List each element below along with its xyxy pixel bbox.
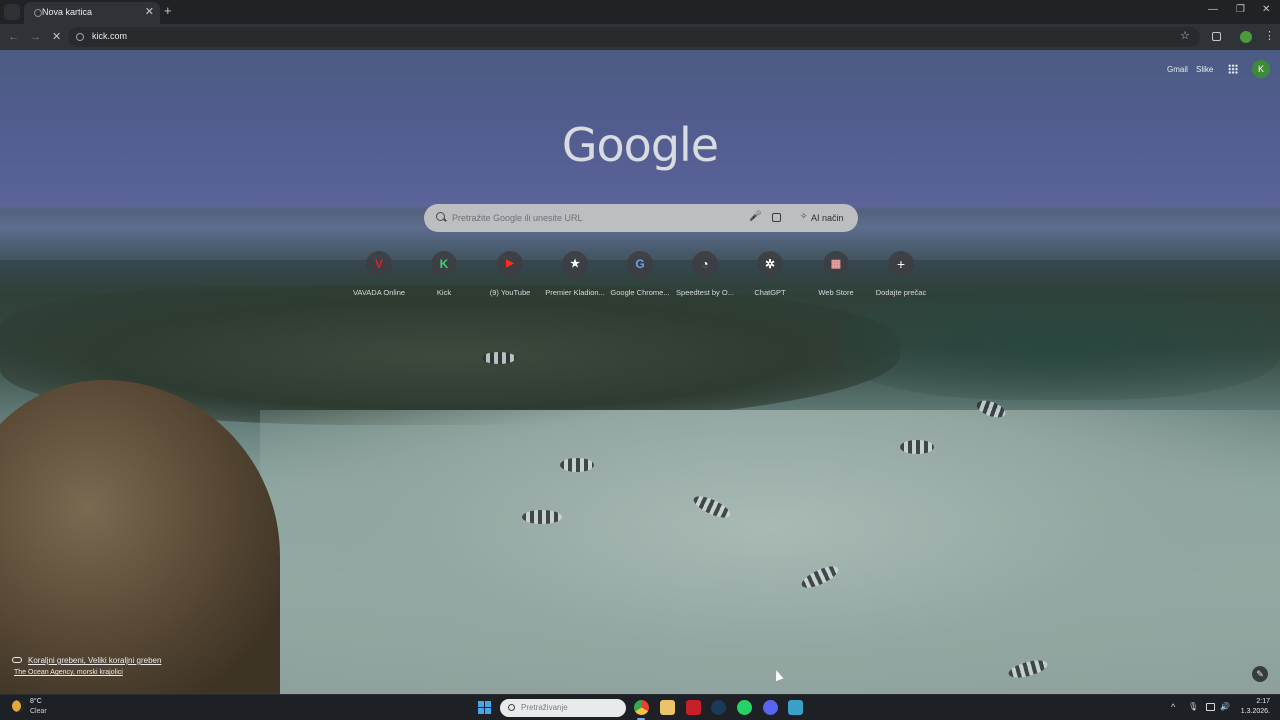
background-fish — [560, 458, 594, 472]
stop-loading-button[interactable]: ✕ — [52, 30, 61, 44]
discord-icon[interactable] — [763, 700, 778, 715]
google-logo: Google — [561, 118, 719, 172]
shortcut-label: ChatGPT — [754, 288, 786, 297]
shortcut-add[interactable]: + Dodajte prečac — [868, 250, 934, 302]
ai-mode-icon[interactable]: ✧ — [800, 211, 808, 222]
chrome-icon[interactable] — [634, 700, 649, 715]
tab-strip: Nova kartica ✕ + — ❐ ✕ — [0, 0, 1280, 24]
microphone-icon[interactable]: 🎙 — [1188, 701, 1198, 713]
chatgpt-icon: ✲ — [757, 251, 783, 277]
web-store-icon: ▦ — [823, 251, 849, 277]
tab-nova-kartica[interactable]: Nova kartica ✕ — [24, 2, 160, 24]
taskbar-search[interactable]: Pretraživanje — [500, 699, 626, 717]
whatsapp-icon[interactable] — [737, 700, 752, 715]
windows-logo-icon — [485, 701, 491, 707]
shortcut-google-chrome[interactable]: G Google Chrome... — [607, 250, 673, 302]
back-button[interactable]: ← — [8, 30, 19, 44]
weather-temperature[interactable]: 8°C — [30, 698, 42, 705]
tray-overflow-chevron-icon[interactable]: ^ — [1171, 701, 1175, 713]
windows-logo-icon — [478, 708, 484, 714]
speedtest-icon: ◔ — [692, 251, 718, 277]
shortcut-label: Kick — [436, 288, 452, 297]
voice-search-icon[interactable]: 🎤 — [749, 211, 761, 223]
background-fish — [482, 352, 516, 364]
images-link[interactable]: Slike — [1196, 65, 1213, 74]
add-shortcut-icon: + — [888, 251, 914, 277]
search-icon — [436, 212, 445, 221]
windows-logo-icon — [478, 701, 484, 707]
shortcut-label: Google Chrome... — [610, 288, 670, 297]
bookmark-star-icon[interactable]: ☆ — [1180, 30, 1190, 42]
search-placeholder[interactable]: Pretražite Google ili unesite URL — [452, 213, 583, 223]
site-info-icon[interactable] — [76, 33, 84, 41]
search-icon — [508, 704, 515, 711]
shortcut-label: Dodajte prečac — [875, 288, 927, 297]
customize-chrome-button[interactable]: ✎ — [1252, 666, 1268, 682]
background-sand — [260, 410, 1280, 694]
forward-button[interactable]: → — [30, 30, 41, 44]
steam-icon[interactable] — [711, 700, 726, 715]
google-icon: G — [627, 251, 653, 277]
restore-button[interactable]: ❐ — [1236, 4, 1245, 15]
shortcut-chatgpt[interactable]: ✲ ChatGPT — [737, 250, 803, 302]
weather-moon-icon[interactable] — [12, 700, 24, 712]
clock-time[interactable]: 2:17 — [1242, 698, 1270, 705]
google-lens-icon[interactable] — [772, 213, 781, 222]
shortcut-label: Premier Kladion... — [545, 288, 605, 297]
kick-icon: K — [431, 251, 457, 277]
windows-logo-icon — [485, 708, 491, 714]
chrome-menu-icon[interactable]: ⋮ — [1264, 29, 1275, 42]
shortcut-label: Speedtest by O... — [676, 288, 734, 297]
browser-toolbar: ← → ✕ kick.com ☆ ⋮ — [0, 24, 1280, 50]
profile-avatar-button[interactable] — [1240, 31, 1252, 43]
background-fish — [900, 440, 934, 454]
volume-icon[interactable]: 🔊 — [1220, 701, 1230, 713]
new-tab-button[interactable]: + — [164, 4, 172, 18]
attribution-author-link[interactable]: The Ocean Agency, morski krajolici — [14, 669, 123, 676]
gmail-link[interactable]: Gmail — [1167, 65, 1188, 74]
taskbar-search-placeholder[interactable]: Pretraživanje — [521, 703, 568, 712]
minimize-button[interactable]: — — [1208, 4, 1218, 15]
new-tab-favicon-icon — [34, 9, 42, 17]
shortcut-kick[interactable]: K Kick — [411, 250, 477, 302]
windows-taskbar: 8°C Clear Pretraživanje ^ 🎙 🔊 2:17 1.3.2… — [0, 694, 1280, 720]
vavada-icon: V — [366, 251, 392, 277]
shortcut-youtube[interactable]: ▶ (9) YouTube — [477, 250, 543, 302]
shortcut-vavada[interactable]: V VAVADA Online — [346, 250, 412, 302]
tab-close-icon[interactable]: ✕ — [145, 6, 154, 18]
start-button[interactable] — [478, 701, 491, 714]
flash-app-icon[interactable] — [686, 700, 701, 715]
extensions-icon[interactable] — [1212, 32, 1221, 41]
tab-search-button[interactable] — [4, 4, 20, 20]
address-bar-url[interactable]: kick.com — [92, 31, 127, 41]
search-box[interactable]: Pretražite Google ili unesite URL 🎤 ✧ AI… — [424, 204, 858, 232]
clock-date[interactable]: 1.3.2026. — [1238, 708, 1270, 715]
notepad-icon[interactable] — [788, 700, 803, 715]
shortcut-speedtest[interactable]: ◔ Speedtest by O... — [672, 250, 738, 302]
background-reef-right — [840, 290, 1280, 400]
shortcut-premier-kladionica[interactable]: ★ Premier Kladion... — [542, 250, 608, 302]
shortcut-label: VAVADA Online — [352, 288, 406, 297]
shortcut-label: (9) YouTube — [489, 288, 531, 297]
google-apps-icon[interactable] — [1228, 64, 1238, 74]
tab-title: Nova kartica — [42, 7, 93, 17]
new-tab-page: Gmail Slike K Google Pretražite Google i… — [0, 50, 1280, 694]
account-avatar[interactable]: K — [1252, 60, 1270, 78]
address-bar[interactable]: kick.com — [68, 27, 1200, 47]
close-window-button[interactable]: ✕ — [1262, 4, 1270, 15]
background-fish — [522, 510, 562, 524]
shortcut-label: Web Store — [818, 288, 854, 297]
youtube-icon: ▶ — [497, 251, 523, 277]
file-explorer-icon[interactable] — [660, 700, 675, 715]
weather-condition[interactable]: Clear — [30, 708, 47, 715]
ai-mode-button[interactable]: AI način — [811, 213, 844, 223]
shortcut-web-store[interactable]: ▦ Web Store — [803, 250, 869, 302]
link-icon — [12, 657, 22, 663]
network-icon[interactable] — [1206, 703, 1215, 711]
premier-kladionica-icon: ★ — [562, 251, 588, 277]
attribution-title-link[interactable]: Koraljni grebeni, Veliki koraljni greben — [28, 656, 161, 665]
background-brain-coral — [0, 380, 280, 694]
